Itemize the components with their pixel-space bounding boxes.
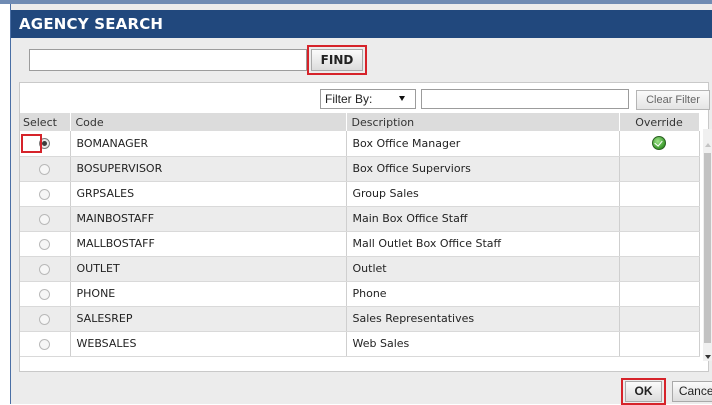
radio-button-icon[interactable] xyxy=(39,238,51,250)
clear-filter-button[interactable]: Clear Filter xyxy=(636,90,710,110)
override-cell xyxy=(619,206,700,232)
override-cell xyxy=(619,256,700,282)
table-header-row: Select Code Description Override xyxy=(20,113,700,131)
override-cell xyxy=(619,331,700,357)
code-cell: BOSUPERVISOR xyxy=(70,156,347,182)
select-cell[interactable] xyxy=(20,156,71,182)
selected-radio-highlight-box xyxy=(21,134,42,153)
code-cell: OUTLET xyxy=(70,256,347,282)
select-cell[interactable] xyxy=(20,231,71,257)
table-row[interactable]: SALESREP Sales Representatives xyxy=(20,306,700,332)
code-cell: WEBSALES xyxy=(70,331,347,357)
override-cell xyxy=(619,156,700,182)
radio-button-icon[interactable] xyxy=(39,213,51,225)
select-cell[interactable] xyxy=(20,256,71,282)
results-panel: Filter By: Clear Filter Select Code Desc… xyxy=(19,82,710,372)
override-cell xyxy=(619,281,700,307)
dropdown-arrow-icon xyxy=(399,96,405,101)
agency-table: Select Code Description Override BOMANAG… xyxy=(20,113,700,357)
description-cell: Web Sales xyxy=(346,331,620,357)
filter-bar: Filter By: Clear Filter xyxy=(20,83,710,113)
find-button[interactable]: FIND xyxy=(311,49,363,71)
search-input[interactable] xyxy=(29,49,307,71)
agency-search-dialog: AGENCY SEARCH FIND Filter By: Clear Filt… xyxy=(10,4,712,405)
code-cell: PHONE xyxy=(70,281,347,307)
radio-button-icon[interactable] xyxy=(39,288,51,300)
radio-button-icon[interactable] xyxy=(39,188,51,200)
column-header-description[interactable]: Description xyxy=(346,113,620,131)
filter-input[interactable] xyxy=(421,89,629,109)
green-check-circle-icon xyxy=(652,136,666,151)
description-cell: Mall Outlet Box Office Staff xyxy=(346,231,620,257)
select-cell[interactable] xyxy=(20,206,71,232)
description-cell: Group Sales xyxy=(346,181,620,207)
filter-by-select[interactable]: Filter By: xyxy=(320,89,416,109)
code-cell: GRPSALES xyxy=(70,181,347,207)
ok-button[interactable]: OK xyxy=(625,381,662,402)
radio-button-icon[interactable] xyxy=(39,313,51,325)
description-cell: Box Office Manager xyxy=(346,131,620,157)
description-cell: Sales Representatives xyxy=(346,306,620,332)
table-row[interactable]: WEBSALES Web Sales xyxy=(20,331,700,357)
select-cell[interactable] xyxy=(20,306,71,332)
scroll-down-arrow-icon[interactable] xyxy=(705,355,711,359)
code-cell: MAINBOSTAFF xyxy=(70,206,347,232)
override-cell xyxy=(619,181,700,207)
code-cell: BOMANAGER xyxy=(70,131,347,157)
code-cell: SALESREP xyxy=(70,306,347,332)
scroll-up-arrow-icon[interactable] xyxy=(705,143,711,147)
dialog-title-bar: AGENCY SEARCH xyxy=(11,10,712,38)
radio-button-icon[interactable] xyxy=(39,263,51,275)
column-header-code[interactable]: Code xyxy=(70,113,347,131)
scrollbar-thumb[interactable] xyxy=(704,153,711,343)
radio-button-icon[interactable] xyxy=(39,338,51,350)
code-cell: MALLBOSTAFF xyxy=(70,231,347,257)
radio-button-icon[interactable] xyxy=(39,163,51,175)
table-row[interactable]: OUTLET Outlet xyxy=(20,256,700,282)
vertical-scrollbar[interactable] xyxy=(703,129,712,361)
table-row[interactable]: MAINBOSTAFF Main Box Office Staff xyxy=(20,206,700,232)
select-cell[interactable] xyxy=(20,181,71,207)
dialog-title: AGENCY SEARCH xyxy=(19,15,164,33)
table-row[interactable]: BOMANAGER Box Office Manager xyxy=(20,131,700,157)
filter-by-label: Filter By: xyxy=(325,92,373,106)
table-row[interactable]: BOSUPERVISOR Box Office Superviors xyxy=(20,156,700,182)
description-cell: Outlet xyxy=(346,256,620,282)
cancel-button[interactable]: Cancel xyxy=(672,381,712,402)
table-row[interactable]: MALLBOSTAFF Mall Outlet Box Office Staff xyxy=(20,231,700,257)
override-cell xyxy=(619,231,700,257)
override-cell xyxy=(619,306,700,332)
description-cell: Box Office Superviors xyxy=(346,156,620,182)
description-cell: Phone xyxy=(346,281,620,307)
description-cell: Main Box Office Staff xyxy=(346,206,620,232)
table-row[interactable]: PHONE Phone xyxy=(20,281,700,307)
override-cell xyxy=(619,131,700,157)
column-header-select[interactable]: Select xyxy=(20,113,71,131)
table-row[interactable]: GRPSALES Group Sales xyxy=(20,181,700,207)
select-cell[interactable] xyxy=(20,331,71,357)
select-cell[interactable] xyxy=(20,281,71,307)
column-header-override[interactable]: Override xyxy=(619,113,700,131)
